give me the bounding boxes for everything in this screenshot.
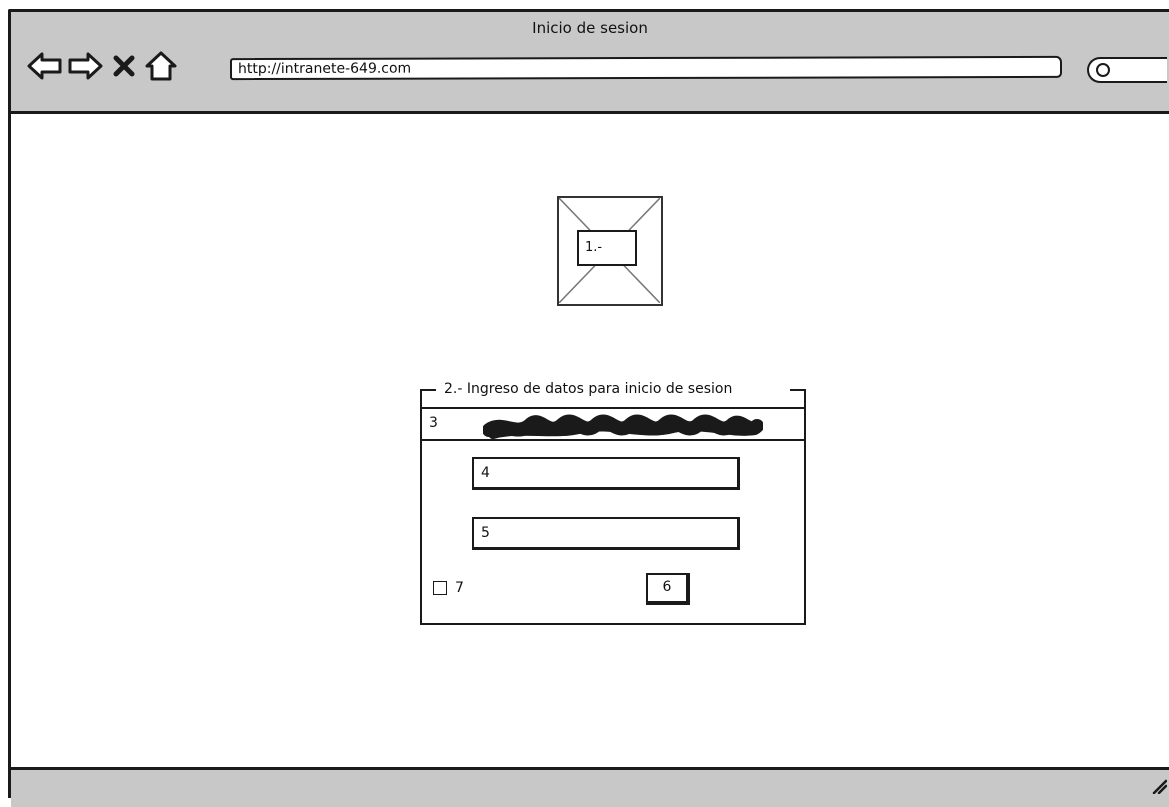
image-placeholder: 1.- bbox=[557, 196, 663, 306]
checkbox-7-row[interactable]: 7 bbox=[433, 578, 464, 598]
redaction-scribble bbox=[483, 414, 763, 439]
button-6[interactable]: 6 bbox=[646, 573, 690, 605]
browser-statusbar bbox=[11, 767, 1169, 807]
address-bar[interactable]: http://intranete-649.com bbox=[229, 55, 1063, 81]
window-title: Inicio de sesion bbox=[532, 19, 648, 37]
field-4-input[interactable]: 4 bbox=[472, 457, 740, 490]
field-5-input[interactable]: 5 bbox=[472, 517, 740, 550]
search-icon bbox=[1096, 63, 1110, 77]
field-4-label: 4 bbox=[481, 465, 490, 481]
home-icon[interactable] bbox=[143, 48, 179, 84]
back-arrow-icon[interactable] bbox=[27, 48, 63, 84]
checkbox-7-label: 7 bbox=[455, 580, 464, 596]
search-button[interactable] bbox=[1087, 57, 1167, 83]
browser-titlebar: Inicio de sesion http://intranete-649.co… bbox=[11, 12, 1169, 114]
form-legend: 2.- Ingreso de datos para inicio de sesi… bbox=[441, 381, 736, 397]
fieldset-corner-right bbox=[790, 389, 806, 397]
fieldset-corner-left bbox=[420, 389, 436, 397]
checkbox-7[interactable] bbox=[433, 581, 447, 595]
forward-arrow-icon[interactable] bbox=[67, 48, 103, 84]
close-icon[interactable] bbox=[106, 48, 142, 84]
row3-label: 3 bbox=[429, 415, 438, 431]
resize-grip-icon[interactable] bbox=[1151, 778, 1167, 794]
browser-window: Inicio de sesion http://intranete-649.co… bbox=[8, 9, 1169, 807]
field-5-label: 5 bbox=[481, 525, 490, 541]
image-annotation-label: 1.- bbox=[577, 230, 637, 266]
